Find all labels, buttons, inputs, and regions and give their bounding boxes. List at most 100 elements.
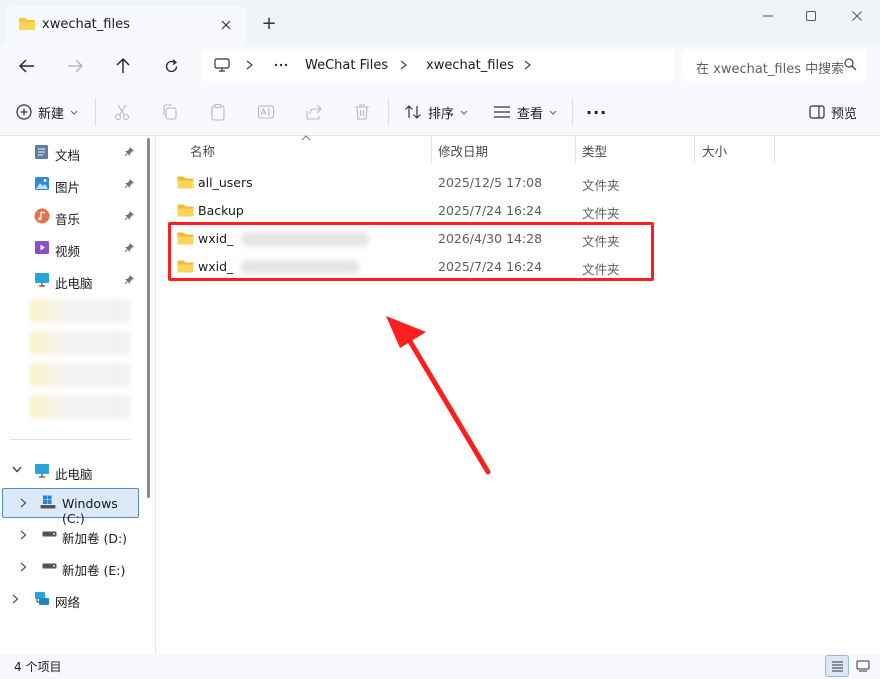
pin-icon	[124, 210, 135, 221]
delete-button[interactable]	[353, 98, 371, 126]
computer-icon	[34, 463, 50, 478]
sidebar-item-label: 文档	[55, 148, 81, 163]
navigation-pane: 文档 图片 音乐 视频 此电脑 此电脑 Windows (C:) 新加卷 (D:…	[0, 136, 156, 654]
new-tab-button[interactable]: +	[258, 13, 280, 35]
sidebar-item-label: 图片	[55, 180, 81, 195]
column-header-type[interactable]: 类型	[582, 136, 607, 164]
blurred-pinned-item[interactable]	[30, 395, 130, 419]
chevron-right-icon[interactable]	[20, 562, 27, 572]
chevron-right-icon[interactable]	[20, 530, 27, 540]
refresh-button[interactable]	[157, 52, 185, 80]
chevron-right-icon[interactable]	[400, 49, 407, 81]
more-path-icon[interactable]	[274, 49, 288, 81]
file-list: 名称 修改日期 类型 大小 all_users 2025/12/5 17:08 …	[157, 135, 880, 654]
sidebar-item-videos[interactable]: 视频	[0, 234, 144, 262]
sidebar-scrollbar[interactable]	[147, 138, 150, 498]
close-tab-button[interactable]	[216, 15, 236, 35]
column-divider[interactable]	[431, 136, 432, 164]
close-window-button[interactable]	[835, 4, 879, 28]
sidebar-item-pictures[interactable]: 图片	[0, 170, 144, 198]
back-button[interactable]	[13, 52, 41, 80]
file-date: 2025/7/24 16:24	[438, 203, 543, 218]
videos-icon	[34, 240, 50, 255]
forward-button[interactable]	[61, 52, 89, 80]
sidebar-item-drive-c[interactable]: Windows (C:)	[0, 489, 144, 526]
sidebar-item-drive-d[interactable]: 新加卷 (D:)	[0, 521, 144, 549]
column-header-date[interactable]: 修改日期	[438, 136, 488, 164]
chevron-right-icon[interactable]	[524, 49, 531, 81]
maximize-button[interactable]	[789, 4, 833, 28]
status-bar: 4 个项目	[0, 654, 880, 679]
column-header-name[interactable]: 名称	[190, 136, 215, 164]
share-icon	[306, 104, 322, 120]
chevron-down-icon[interactable]	[12, 466, 22, 473]
file-row[interactable]: all_users 2025/12/5 17:08 文件夹	[169, 168, 769, 196]
command-bar: 新建 排序 查看 ··· 预览	[0, 88, 880, 136]
new-button[interactable]: 新建	[16, 98, 78, 126]
pin-icon	[124, 178, 135, 189]
search-icon[interactable]	[844, 58, 857, 71]
copy-button[interactable]	[161, 98, 179, 126]
column-divider[interactable]	[774, 136, 775, 164]
windows-drive-icon	[40, 495, 56, 509]
file-date: 2025/12/5 17:08	[438, 175, 543, 190]
sidebar-item-this-pc-pinned[interactable]: 此电脑	[0, 266, 144, 294]
pictures-icon	[34, 176, 50, 191]
address-bar[interactable]: WeChat Files xwechat_files	[202, 49, 674, 81]
blurred-pinned-item[interactable]	[30, 299, 130, 323]
preview-pane-button[interactable]: 预览	[809, 98, 857, 126]
column-divider[interactable]	[575, 136, 576, 164]
file-name: Backup	[198, 203, 244, 218]
column-divider[interactable]	[694, 136, 695, 164]
chevron-down-icon	[549, 110, 557, 115]
search-input[interactable]: 在 xwechat_files 中搜索	[696, 58, 846, 77]
rename-button[interactable]	[257, 98, 275, 126]
sidebar-item-documents[interactable]: 文档	[0, 138, 144, 166]
sort-button[interactable]: 排序	[404, 98, 468, 126]
tab-xwechat-files[interactable]: xwechat_files	[6, 6, 246, 44]
sort-label: 排序	[428, 106, 455, 122]
file-type: 文件夹	[582, 178, 620, 193]
cut-button[interactable]	[113, 98, 131, 126]
annotation-arrow-icon	[386, 316, 491, 475]
drive-icon	[42, 563, 57, 569]
breadcrumb-xwechat-files[interactable]: xwechat_files	[426, 49, 514, 81]
paste-button[interactable]	[209, 98, 227, 126]
sidebar-divider	[10, 439, 131, 440]
details-view-icon	[831, 661, 843, 672]
annotation-highlight-box	[168, 222, 654, 281]
sidebar-item-this-pc[interactable]: 此电脑	[0, 457, 144, 485]
tiles-view-icon	[856, 660, 870, 672]
more-icon: ···	[586, 102, 608, 122]
blurred-pinned-item[interactable]	[30, 331, 130, 355]
details-view-button[interactable]	[825, 655, 849, 677]
folder-icon	[177, 175, 194, 190]
sort-ascending-icon	[301, 135, 311, 141]
share-button[interactable]	[305, 98, 323, 126]
chevron-right-icon[interactable]	[12, 594, 19, 604]
column-header-size[interactable]: 大小	[702, 136, 727, 164]
up-button[interactable]	[109, 52, 137, 80]
folder-icon	[18, 16, 36, 32]
tiles-view-button[interactable]	[851, 655, 875, 677]
breadcrumb-wechat-files[interactable]: WeChat Files	[305, 49, 388, 81]
blurred-pinned-item[interactable]	[30, 363, 130, 387]
sidebar-item-drive-e[interactable]: 新加卷 (E:)	[0, 553, 144, 581]
chevron-right-icon[interactable]	[246, 49, 253, 81]
chevron-down-icon	[70, 110, 78, 115]
view-button[interactable]: 查看	[493, 98, 557, 126]
sidebar-item-label: 音乐	[55, 212, 81, 227]
more-options-button[interactable]: ···	[586, 98, 607, 126]
search-box[interactable]: 在 xwechat_files 中搜索	[683, 49, 867, 81]
minimize-button[interactable]	[746, 4, 790, 28]
file-type: 文件夹	[582, 206, 620, 221]
chevron-right-icon[interactable]	[20, 498, 27, 508]
sidebar-item-network[interactable]: 网络	[0, 585, 144, 613]
file-row[interactable]: Backup 2025/7/24 16:24 文件夹	[169, 196, 769, 224]
pin-icon	[124, 274, 135, 285]
tab-title: xwechat_files	[42, 17, 130, 32]
sidebar-item-music[interactable]: 音乐	[0, 202, 144, 230]
computer-icon[interactable]	[214, 49, 230, 81]
item-count: 4 个项目	[14, 660, 62, 674]
music-icon	[34, 208, 50, 224]
